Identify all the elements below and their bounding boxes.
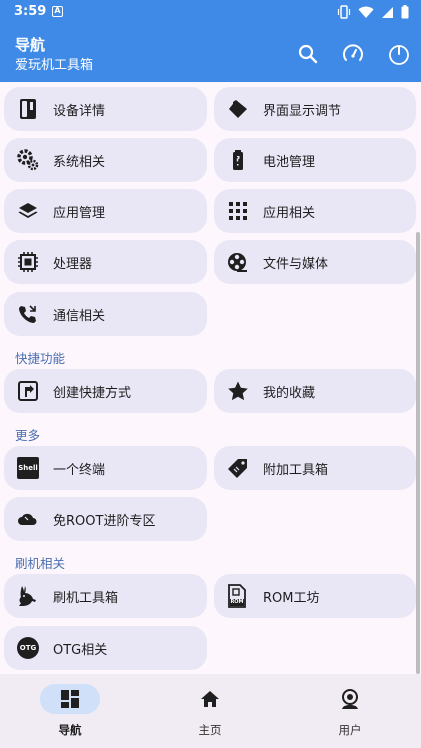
card-otg[interactable]: OTG OTG相关 (4, 626, 207, 670)
battery-alert-icon (226, 148, 250, 172)
gears-icon (16, 148, 40, 172)
otg-icon-text: OTG (19, 644, 37, 652)
bottom-navigation: 导航 主页 用户 (0, 674, 421, 748)
card-label: OTG相关 (53, 643, 108, 658)
card-system[interactable]: 系统相关 (4, 138, 207, 182)
shell-icon-text: Shell (18, 464, 38, 472)
card-label: 我的收藏 (263, 386, 316, 401)
section-flash: 刷机相关 (15, 556, 66, 571)
feature-grid: 设备详情 界面显示调节 系统相关 电池管理 应用管理 应用相关 处理器 文件与媒… (0, 82, 421, 674)
nav-home[interactable]: 主页 (140, 674, 280, 748)
card-label: 创建快捷方式 (53, 386, 132, 401)
card-battery[interactable]: 电池管理 (214, 138, 416, 182)
rom-icon-text: ROM (230, 599, 244, 605)
nav-label: 用户 (338, 723, 362, 737)
tag-icon (226, 456, 250, 480)
chip-icon (16, 250, 40, 274)
apps-grid-icon (226, 199, 250, 223)
card-label: 系统相关 (53, 155, 106, 170)
speedometer-icon (343, 44, 363, 61)
card-processor[interactable]: 处理器 (4, 240, 207, 284)
nav-navigation[interactable]: 导航 (0, 674, 140, 748)
card-terminal[interactable]: Shell 一个终端 (4, 446, 207, 490)
home-icon (201, 691, 219, 707)
signal-icon (382, 6, 393, 18)
card-app-manage[interactable]: 应用管理 (4, 189, 207, 233)
card-label: 处理器 (53, 257, 93, 272)
card-files-media[interactable]: 文件与媒体 (214, 240, 416, 284)
nav-user[interactable]: 用户 (280, 674, 420, 748)
search-button[interactable] (294, 40, 322, 68)
card-create-shortcut[interactable]: 创建快捷方式 (4, 369, 207, 413)
cloud-icon (16, 507, 40, 531)
phone-info-icon (16, 97, 40, 121)
nav-pill (180, 684, 240, 714)
card-app-related[interactable]: 应用相关 (214, 189, 416, 233)
section-more: 更多 (15, 428, 41, 443)
status-bar: 3:59 A (0, 0, 421, 26)
shell-icon: Shell (17, 457, 39, 479)
card-label: 附加工具箱 (263, 463, 329, 478)
status-time: 3:59 (14, 4, 47, 19)
phone-call-icon (16, 302, 40, 326)
system-icons (337, 5, 409, 19)
card-label: 一个终端 (53, 463, 106, 478)
card-display-adjust[interactable]: 界面显示调节 (214, 87, 416, 131)
card-label: 通信相关 (53, 309, 106, 324)
nav-pill (320, 684, 380, 714)
wifi-icon (358, 6, 374, 18)
card-no-root[interactable]: 免ROOT进阶专区 (4, 497, 207, 541)
search-icon (298, 44, 318, 64)
card-label: 应用管理 (53, 206, 106, 221)
card-label: 文件与媒体 (263, 257, 329, 272)
nav-label: 导航 (58, 723, 82, 737)
power-button[interactable] (385, 40, 413, 68)
dashboard-icon (61, 690, 79, 708)
card-device-details[interactable]: 设备详情 (4, 87, 207, 131)
power-icon (389, 45, 409, 65)
card-label: 免ROOT进阶专区 (53, 514, 156, 529)
app-title: 导航 (15, 36, 46, 54)
card-extra-tools[interactable]: 附加工具箱 (214, 446, 416, 490)
star-icon (226, 379, 250, 403)
nav-label: 主页 (198, 723, 222, 737)
layers-icon (16, 199, 40, 223)
app-subtitle: 爱玩机工具箱 (15, 58, 94, 73)
card-label: 设备详情 (53, 104, 106, 119)
battery-icon (401, 5, 409, 19)
user-icon (342, 689, 358, 709)
film-reel-icon (226, 250, 250, 274)
card-rom-workshop[interactable]: ROM ROM工坊 (214, 574, 416, 618)
shortcut-icon (16, 379, 40, 403)
rabbit-icon (16, 584, 40, 608)
card-label: ROM工坊 (263, 591, 320, 606)
card-label: 应用相关 (263, 206, 316, 221)
card-telecom[interactable]: 通信相关 (4, 292, 207, 336)
scrollbar[interactable] (416, 232, 420, 674)
card-label: 界面显示调节 (263, 104, 342, 119)
speedometer-button[interactable] (339, 40, 367, 68)
section-shortcuts: 快捷功能 (15, 351, 66, 366)
notification-icon: A (52, 6, 63, 17)
nav-pill (40, 684, 100, 714)
vibrate-icon (337, 5, 351, 19)
rom-file-icon: ROM (227, 584, 249, 608)
diamond-icon (226, 97, 250, 121)
card-flash-tools[interactable]: 刷机工具箱 (4, 574, 207, 618)
card-favorites[interactable]: 我的收藏 (214, 369, 416, 413)
app-bar: 导航 爱玩机工具箱 (0, 26, 421, 82)
card-label: 刷机工具箱 (53, 591, 119, 606)
card-label: 电池管理 (263, 155, 316, 170)
otg-icon: OTG (17, 637, 39, 659)
